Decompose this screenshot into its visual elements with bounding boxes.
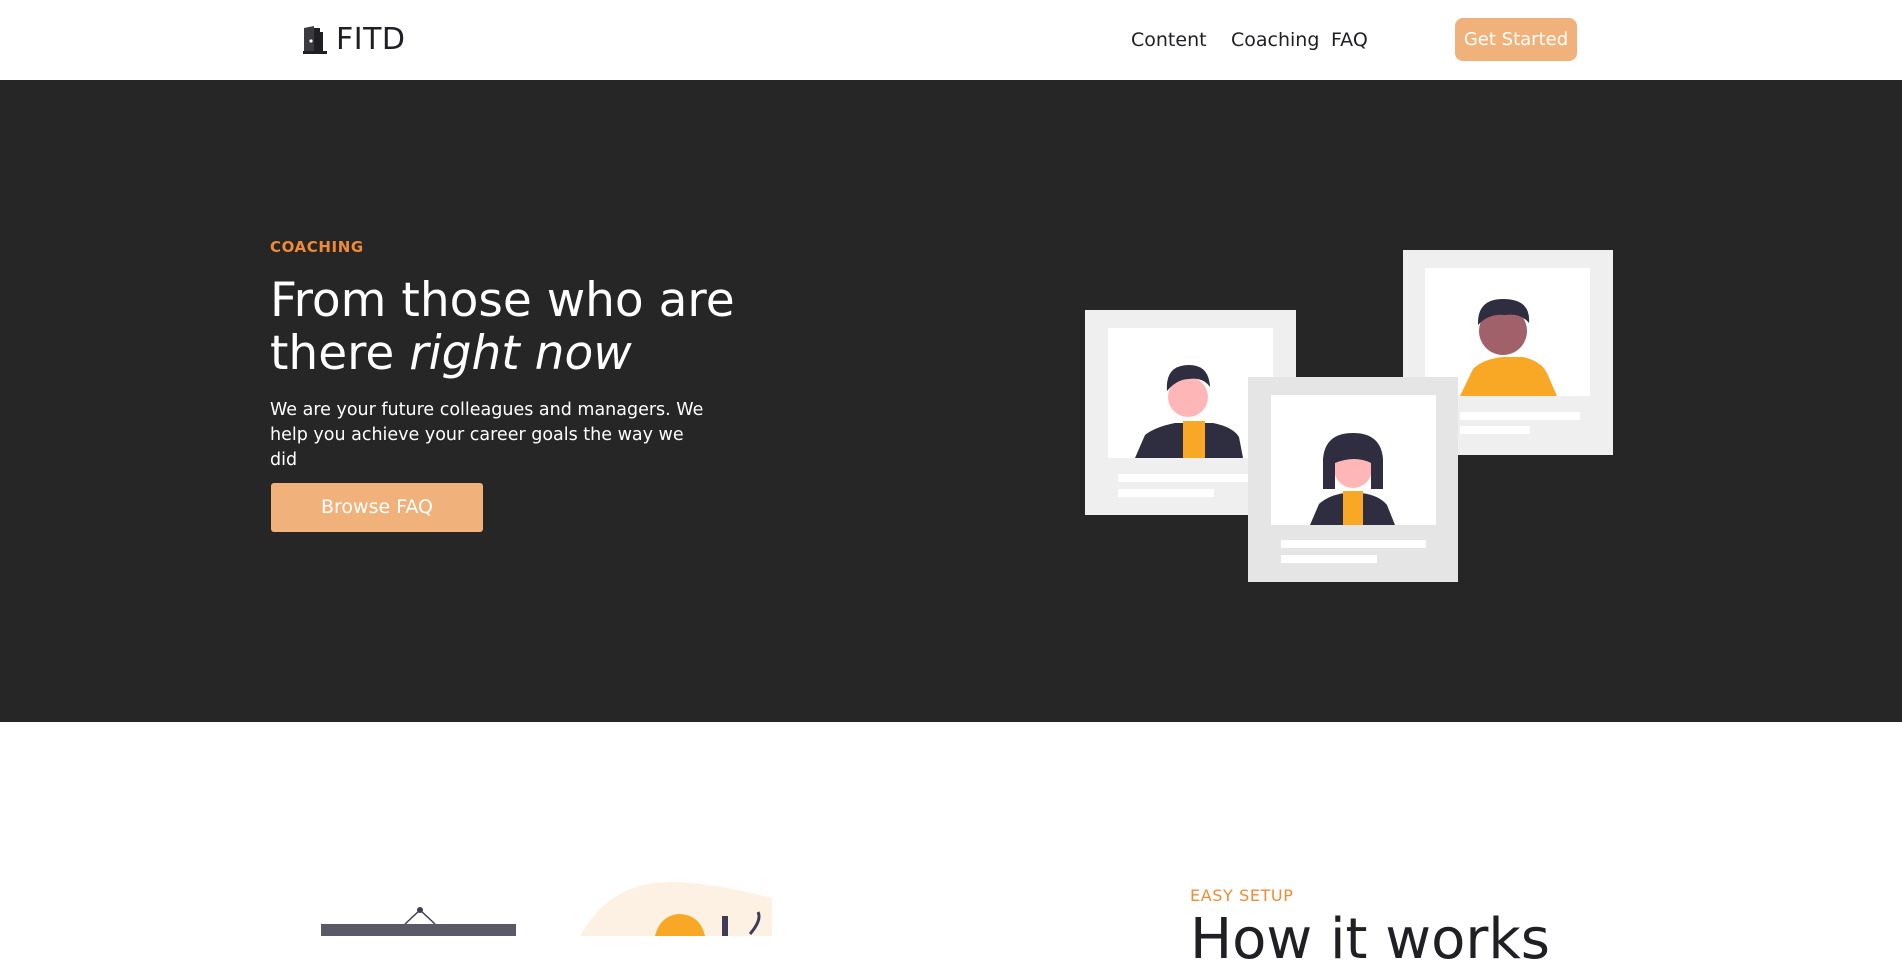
nav-link-content[interactable]: Content [1131,28,1207,52]
hero-eyebrow: COACHING [270,238,364,256]
top-navigation: FITD Content Coaching FAQ Get Started [0,0,1902,80]
how-it-works-section: EASY SETUP How it works [0,722,1902,970]
browse-faq-button[interactable]: Browse FAQ [271,483,483,532]
hero-section: COACHING From those who are there right … [0,80,1902,722]
hero-description: We are your future colleagues and manage… [270,400,704,470]
logo[interactable]: FITD [302,24,406,56]
section2-title: How it works [1190,907,1550,972]
get-started-button[interactable]: Get Started [1455,18,1577,61]
profile-cards-illustration [1085,249,1615,673]
profile-card-middle [1248,377,1458,582]
logo-text: FITD [336,22,406,57]
hero-title: From those who are there right now [270,274,870,380]
nav-link-coaching[interactable]: Coaching [1231,28,1319,52]
nav-link-faq[interactable]: FAQ [1331,28,1368,52]
hero-title-emphasis: right now [409,326,632,381]
door-icon [302,26,328,54]
section2-eyebrow: EASY SETUP [1190,886,1294,905]
setup-illustration [310,872,780,940]
